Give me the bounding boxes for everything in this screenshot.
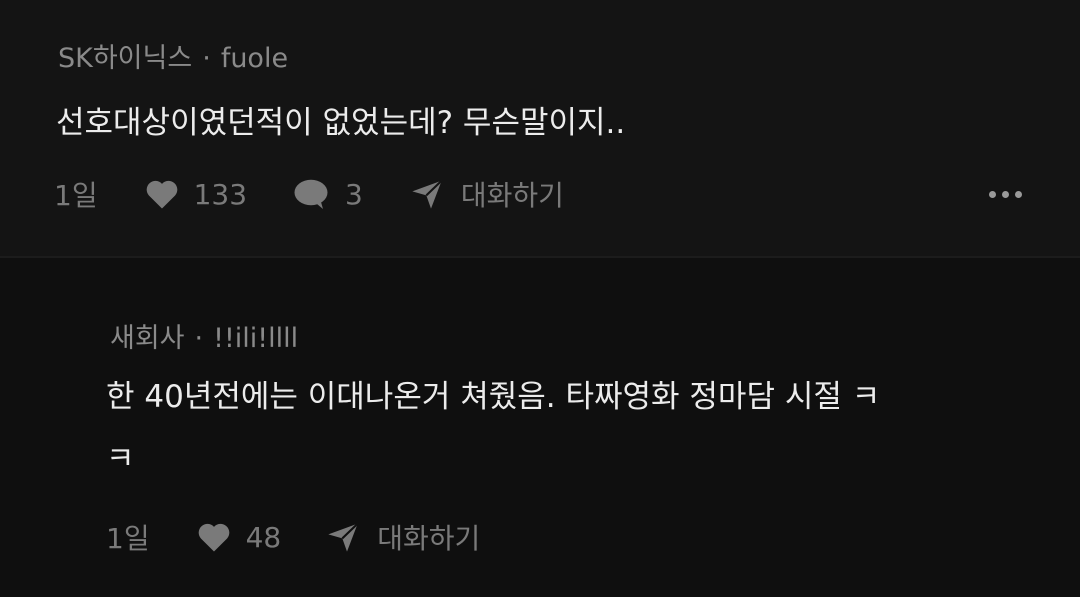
comment-thread: SK하이닉스 · fuole 선호대상이였던적이 없었는데? 무슨말이지.. 1일 … xyxy=(0,0,1080,597)
like-count: 133 xyxy=(193,177,248,211)
heart-icon xyxy=(144,178,180,210)
like-button[interactable]: 48 xyxy=(196,520,282,554)
meta-separator: · xyxy=(194,323,204,354)
comment-author-line[interactable]: SK하이닉스 · fuole xyxy=(58,36,288,75)
reply-author-line[interactable]: 새회사 · !!ili!llll xyxy=(110,316,298,355)
like-count: 48 xyxy=(245,520,282,554)
comment-text: 선호대상이였던적이 없었는데? 무슨말이지.. xyxy=(56,105,626,141)
chat-button[interactable]: 대화하기 xyxy=(411,174,564,214)
chat-label: 대화하기 xyxy=(377,522,481,555)
author-company: 새회사 xyxy=(110,323,185,354)
speech-bubble-icon xyxy=(293,177,329,211)
more-dots-icon[interactable] xyxy=(989,191,1022,198)
reply-text-line-2: ㅋ xyxy=(106,441,135,477)
comment-actions: 1일 133 3 대화하기 xyxy=(54,174,564,214)
chat-label: 대화하기 xyxy=(460,179,564,212)
author-nickname: fuole xyxy=(220,43,289,74)
paper-plane-icon xyxy=(327,521,359,553)
heart-icon xyxy=(196,521,232,553)
comment-time: 1일 xyxy=(54,179,98,212)
reply-text-line-1: 한 40년전에는 이대나온거 쳐줬음. 타짜영화 정마담 시절 ㅋ xyxy=(106,379,881,415)
reply-time: 1일 xyxy=(106,522,150,555)
meta-separator: · xyxy=(202,43,211,74)
reply-actions: 1일 48 대화하기 xyxy=(106,517,480,557)
comment: SK하이닉스 · fuole 선호대상이였던적이 없었는데? 무슨말이지.. 1일 … xyxy=(0,0,1080,256)
paper-plane-icon xyxy=(411,178,443,210)
author-nickname: !!ili!llll xyxy=(213,323,299,354)
reply-count: 3 xyxy=(345,177,363,211)
like-button[interactable]: 133 xyxy=(144,178,247,211)
chat-button[interactable]: 대화하기 xyxy=(327,517,480,557)
author-company: SK하이닉스 xyxy=(58,43,193,74)
reply-button[interactable]: 3 xyxy=(293,177,363,211)
reply-comment: 새회사 · !!ili!llll 한 40년전에는 이대나온거 쳐줬음. 타짜영화 … xyxy=(0,258,1080,597)
